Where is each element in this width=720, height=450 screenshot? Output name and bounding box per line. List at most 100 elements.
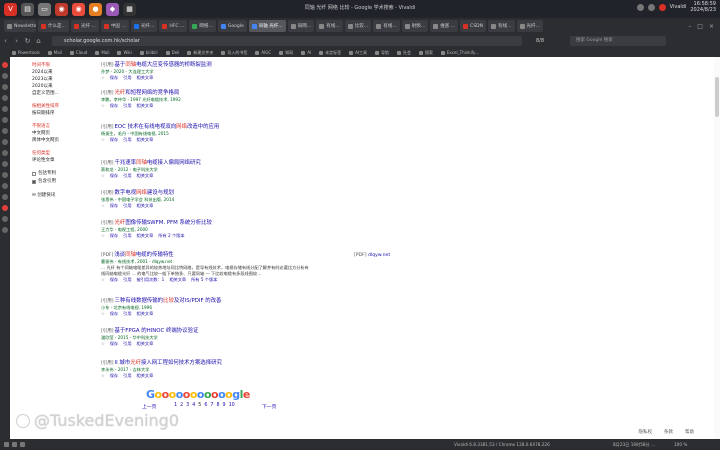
web-panel-icon[interactable] xyxy=(2,205,8,211)
star-icon[interactable]: ☆ xyxy=(101,341,105,347)
bookmark-item[interactable]: AI工具 xyxy=(349,50,367,56)
star-icon[interactable]: ☆ xyxy=(101,137,105,143)
page-number-link[interactable]: 3 xyxy=(186,403,189,408)
page-number-link[interactable]: 5 xyxy=(198,403,201,408)
star-icon[interactable]: ☆ xyxy=(101,233,105,239)
bookmark-item[interactable]: bilibili xyxy=(139,50,158,55)
checkbox-icon[interactable] xyxy=(32,180,36,184)
sidebar-filter-item[interactable]: 不限语言 xyxy=(32,123,92,130)
page-number-link[interactable]: 9 xyxy=(223,403,226,408)
browser-tab[interactable]: 光纤… xyxy=(516,20,544,32)
sidebar-filter-item[interactable]: 任何类型 xyxy=(32,150,92,157)
feed-panel-icon[interactable] xyxy=(2,172,8,178)
browser-tab[interactable]: Newsletter xyxy=(4,20,36,32)
result-action-link[interactable]: 保存 xyxy=(110,233,118,239)
forward-icon[interactable]: › xyxy=(11,37,22,45)
star-icon[interactable]: ☆ xyxy=(101,277,105,283)
result-pdf-link[interactable]: [PDF] dlqyw.net xyxy=(354,253,390,258)
page-number-link[interactable]: 7 xyxy=(210,403,213,408)
result-action-link[interactable]: 相关文章 xyxy=(137,137,154,143)
result-action-link[interactable]: 相关文章 xyxy=(137,373,154,379)
result-action-link[interactable]: 引用 xyxy=(123,173,131,179)
sidebar-filter-item[interactable]: 时间不限 xyxy=(32,62,92,69)
result-action-link[interactable]: 引用 xyxy=(123,233,131,239)
zoom-level[interactable]: 100 % xyxy=(674,442,687,447)
next-page-link[interactable]: 下一页 xyxy=(262,403,276,410)
result-action-link[interactable]: 保存 xyxy=(110,75,118,81)
reload-icon[interactable]: ↻ xyxy=(22,37,33,45)
browser-tab[interactable]: 网络… xyxy=(189,20,216,32)
browser-tab[interactable]: 中国 … xyxy=(100,20,129,32)
page-number-link[interactable]: 1 xyxy=(174,403,177,408)
result-action-link[interactable]: 相关文章 xyxy=(137,311,154,317)
browser-tab[interactable]: 比较… xyxy=(344,20,372,32)
bookmark-item[interactable]: 搜索 xyxy=(419,50,433,56)
bookmark-item[interactable]: Mail xyxy=(95,50,109,55)
bookmark-item[interactable]: Excel_Thinkify… xyxy=(441,50,479,55)
create-alert-link[interactable]: ✉ 创建快讯 xyxy=(32,192,92,199)
bookmark-item[interactable]: Dell xyxy=(165,50,179,55)
result-action-link[interactable]: 所有 2 个版本 xyxy=(158,233,184,239)
result-action-link[interactable]: 保存 xyxy=(110,277,118,283)
result-action-link[interactable]: 相关文章 xyxy=(137,173,154,179)
history-panel-icon[interactable] xyxy=(2,95,8,101)
sidebar-filter-item[interactable]: 评论性文章 xyxy=(32,157,92,164)
bookmark-item[interactable]: Wiki xyxy=(117,50,132,55)
settings-panel-icon[interactable] xyxy=(2,227,8,233)
result-action-link[interactable]: 保存 xyxy=(110,203,118,209)
window-panel-icon[interactable] xyxy=(2,139,8,145)
maximize-icon[interactable]: □ xyxy=(697,23,703,30)
star-icon[interactable]: ☆ xyxy=(101,311,105,317)
bookmark-item[interactable]: AI xyxy=(301,50,311,55)
browser-tab[interactable]: 有线… xyxy=(488,20,515,32)
result-action-link[interactable]: 引用 xyxy=(123,203,131,209)
result-title-link[interactable]: [PDF]浅谈同轴电缆的传输特性 xyxy=(101,252,311,259)
bookmark-item[interactable]: 导入的书签 xyxy=(221,50,247,56)
result-action-link[interactable]: 相关文章 xyxy=(137,75,154,81)
browser-tab[interactable]: 光纤… xyxy=(130,20,158,32)
star-icon[interactable]: ☆ xyxy=(101,75,105,81)
result-action-link[interactable]: 引用 xyxy=(123,373,131,379)
sidebar-filter-item[interactable]: 2020以来 xyxy=(32,83,92,90)
notes-panel-icon[interactable] xyxy=(2,106,8,112)
contacts-panel-icon[interactable] xyxy=(2,183,8,189)
bookmark-item[interactable]: 未定标签 xyxy=(319,50,341,56)
url-field[interactable]: scholar.google.com.hk/scholar xyxy=(52,36,522,46)
result-action-link[interactable]: 相关文章 xyxy=(137,341,154,347)
calendar-panel-icon[interactable] xyxy=(2,161,8,167)
footer-link[interactable]: 帮助 xyxy=(685,429,694,435)
sidebar-filter-item[interactable]: 2023以来 xyxy=(32,76,92,83)
result-title-link[interactable]: [引用]光纤和短程网络的竞争格局 xyxy=(101,90,181,97)
sidebar-filter-item[interactable]: 2024以来 xyxy=(32,69,92,76)
result-action-link[interactable]: 相关文章 xyxy=(137,103,154,109)
page-number-link[interactable]: 8 xyxy=(216,403,219,408)
star-icon[interactable]: ☆ xyxy=(101,173,105,179)
sidebar-filter-item[interactable]: 按相关性排序 xyxy=(32,103,92,110)
page-scrollbar[interactable] xyxy=(714,57,720,439)
browser-tab[interactable]: CSDN xyxy=(460,20,487,32)
result-action-link[interactable]: 保存 xyxy=(110,341,118,347)
back-icon[interactable]: ‹ xyxy=(0,37,11,45)
result-action-link[interactable]: 被引用次数：1 xyxy=(137,277,165,283)
browser-tab[interactable]: 同轴 光纤… xyxy=(248,20,286,32)
bookmark-item[interactable]: 导航 xyxy=(375,50,389,56)
sidebar-checkbox[interactable]: 包含引用 xyxy=(32,178,92,186)
tray-icon[interactable] xyxy=(647,3,655,11)
result-action-link[interactable]: 引用 xyxy=(123,341,131,347)
result-action-link[interactable]: 所有 5 个版本 xyxy=(191,277,217,283)
mail-panel-icon[interactable] xyxy=(2,150,8,156)
star-icon[interactable]: ☆ xyxy=(101,103,105,109)
result-title-link[interactable]: [引用]基于同轴电缆大应变传感器的桥断裂监测 xyxy=(101,62,212,69)
result-title-link[interactable]: [引用]光纤图像传输SWFM. PFM 系统分析比较 xyxy=(101,220,212,227)
result-title-link[interactable]: [引用]基于FPGA 的HINOC 终端协议验证 xyxy=(101,328,198,335)
result-title-link[interactable]: [引用]EOC 技术在有线电视双向网络改造中的应用 xyxy=(101,124,219,131)
result-action-link[interactable]: 引用 xyxy=(123,103,131,109)
result-title-link[interactable]: [引用]数字电视网络建设与规划 xyxy=(101,190,174,197)
result-action-link[interactable]: 保存 xyxy=(110,373,118,379)
star-icon[interactable]: ☆ xyxy=(101,373,105,379)
sidebar-filter-item[interactable]: 中文网页 xyxy=(32,130,92,137)
bookmark-item[interactable]: Powertools xyxy=(12,50,40,55)
result-action-link[interactable]: 保存 xyxy=(110,173,118,179)
result-title-link[interactable]: [引用]三种有线数据传输的比较及对IS/PDIF 的改善 xyxy=(101,298,221,305)
tiling-icon[interactable] xyxy=(12,442,17,447)
